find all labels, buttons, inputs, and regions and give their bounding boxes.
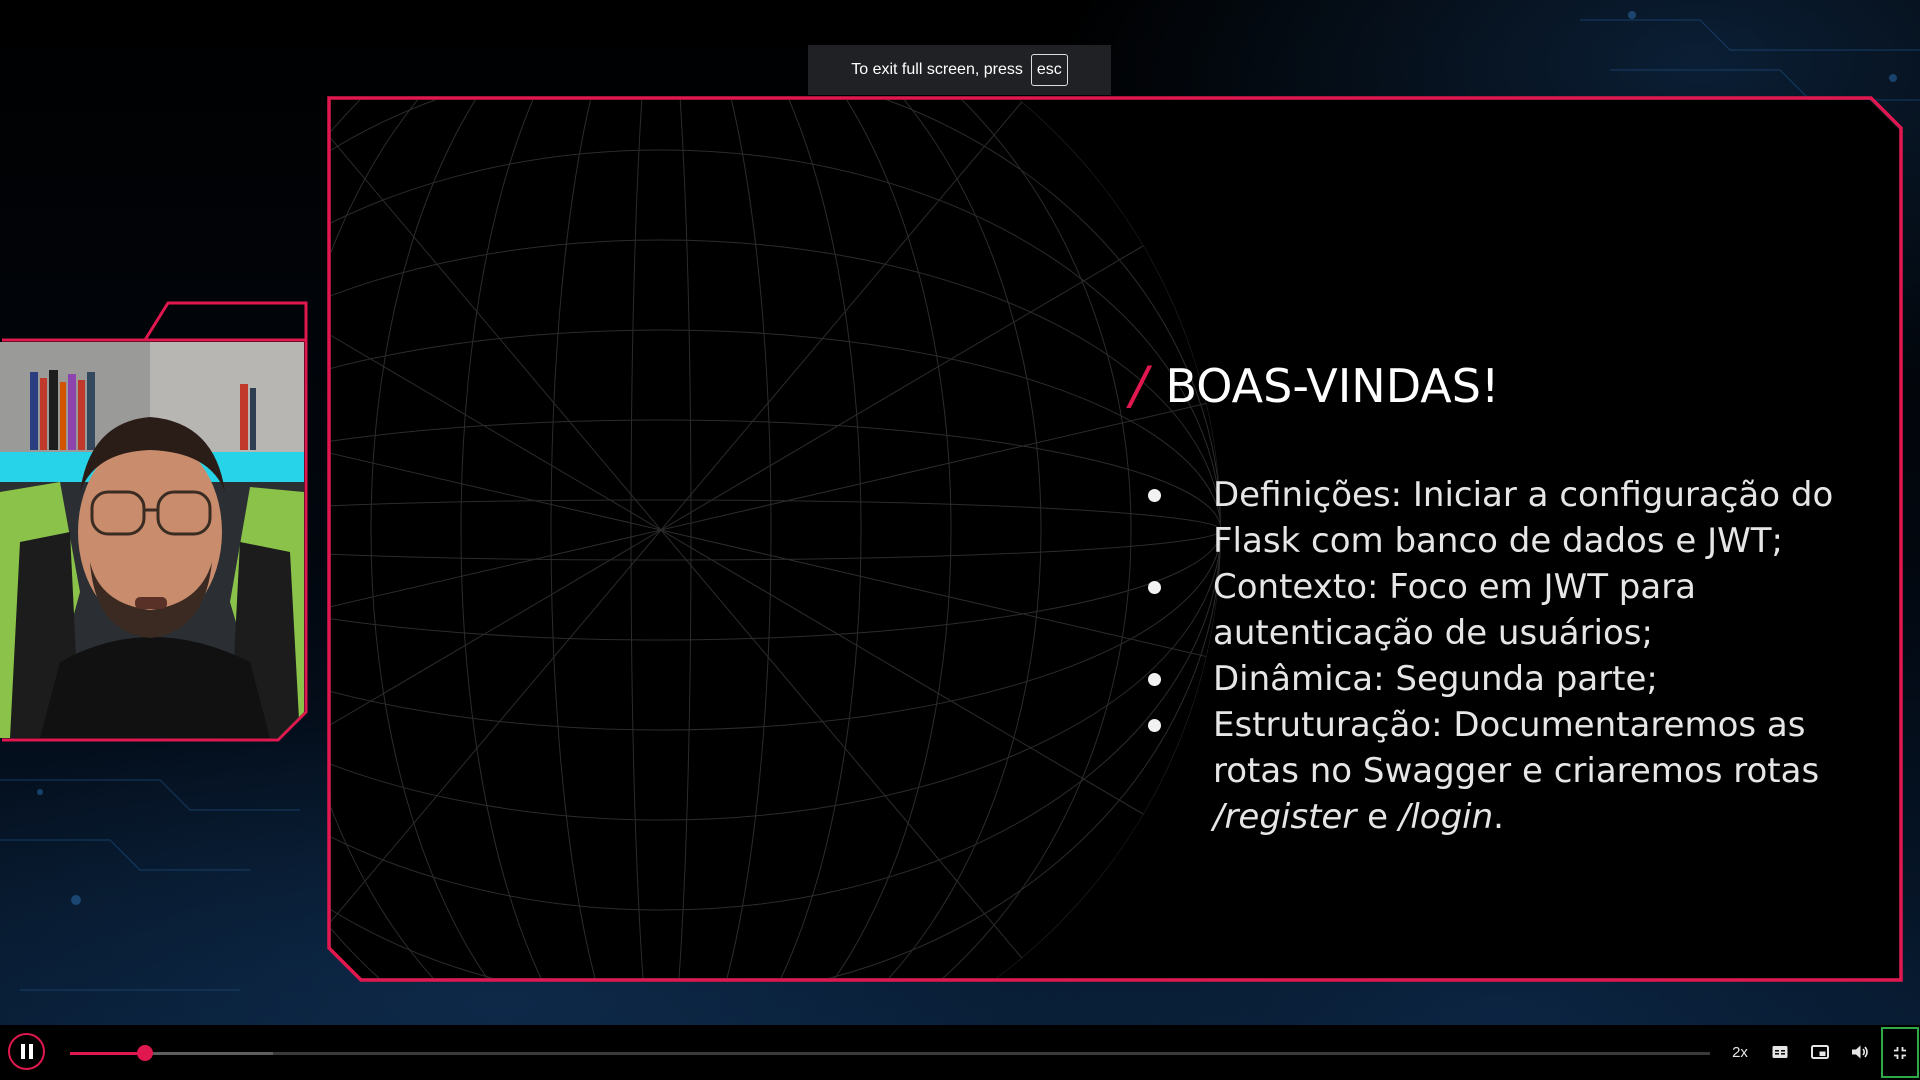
notice-text: To exit full screen, press — [851, 61, 1023, 78]
playback-speed-button[interactable]: 2x — [1724, 1035, 1756, 1069]
video-stage[interactable]: / BOAS-VINDAS! Definições: Iniciar a con… — [0, 0, 1920, 1025]
played-range — [70, 1052, 146, 1055]
captions-icon — [1772, 1046, 1788, 1058]
scrubber-handle[interactable] — [137, 1045, 154, 1061]
exit-fullscreen-button[interactable] — [1881, 1027, 1919, 1078]
volume-icon — [1852, 1045, 1868, 1059]
presenter-video-image — [0, 342, 304, 738]
progress-track[interactable] — [70, 1045, 1710, 1061]
esc-key-hint: esc — [1030, 54, 1068, 86]
play-pause-button[interactable] — [8, 1033, 45, 1070]
picture-in-picture-button[interactable] — [1802, 1035, 1838, 1069]
pause-icon — [19, 1044, 35, 1059]
captions-button[interactable] — [1763, 1035, 1797, 1069]
volume-button[interactable] — [1843, 1035, 1877, 1069]
exit-fullscreen-icon — [1894, 1046, 1906, 1059]
player-control-bar: 2x — [0, 1025, 1920, 1080]
fullscreen-exit-notice: To exit full screen, press esc — [808, 45, 1111, 95]
webcam-feed — [0, 342, 304, 738]
picture-in-picture-icon — [1811, 1045, 1829, 1059]
slide-frame-border — [327, 96, 1903, 982]
